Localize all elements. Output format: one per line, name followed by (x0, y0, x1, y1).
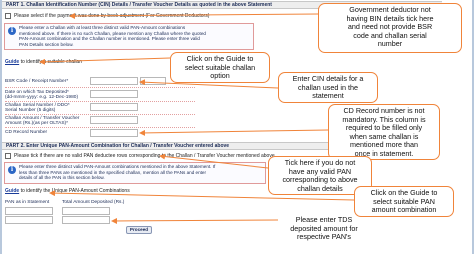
challan-amount-input[interactable] (90, 116, 138, 124)
info-icon: i (8, 27, 16, 35)
info-icon: i (8, 166, 16, 174)
date-deposited-input[interactable] (90, 90, 138, 98)
annotation-cin-details: Enter CIN details for a challan used in … (278, 72, 378, 103)
field-divider (5, 87, 195, 88)
field-divider (5, 101, 195, 102)
pan-input-1[interactable] (5, 207, 53, 215)
date-deposited-hint: (dd-mmm-yyyy: e.g. 12-Dec-1980) (5, 95, 79, 100)
annotation-line: statement (312, 91, 344, 101)
guide-link-pan[interactable]: Guide (5, 188, 19, 194)
challan-amount-hint: Amount (Rs.)(as per OLTAS)* (5, 121, 68, 126)
field-divider (5, 114, 195, 115)
annotation-cd-record: CD Record number is not mandatory. This … (328, 104, 440, 160)
field-divider (5, 127, 195, 128)
pan-column-header: PAN as in Statement (5, 200, 50, 205)
part2-guide-row: Guide to identify the Unique PAN-Amount … (5, 188, 130, 195)
annotation-line: number (377, 39, 403, 49)
cd-record-label: CD Record Number (5, 130, 48, 135)
book-adjustment-checkbox[interactable] (5, 13, 11, 19)
book-adjustment-label: Please select if the payment was done by… (14, 13, 210, 19)
guide-link-challan[interactable]: Guide (5, 59, 19, 65)
no-pan-checkbox[interactable] (5, 153, 11, 159)
bsr-code-label: BSR Code / Receipt Number* (5, 79, 69, 84)
annotation-tds-amount: Please enter TDS deposited amount for re… (274, 215, 374, 242)
annotation-guide-pan: Click on the Guide to select suitable PA… (354, 186, 454, 217)
info-line: PAN Details section below. (19, 41, 74, 47)
amount-input-1[interactable] (62, 207, 110, 215)
guide-text: to identify the Unique PAN-Amount Combin… (20, 188, 130, 194)
annotation-guide-challan: Click on the Guide to select suitable ch… (170, 52, 270, 83)
annotation-line: option (210, 71, 230, 81)
part1-info-box: i Please enter a Challan with at least t… (4, 23, 254, 50)
amount-input-2[interactable] (62, 216, 110, 224)
amount-column-header: Total Amount Deposited (Rs.) (62, 200, 125, 205)
part2-info-box: i Please enter three distinct valid PAN-… (4, 162, 266, 184)
no-pan-label: Please tick if there are no valid PAN de… (14, 153, 275, 159)
bsr-code-input[interactable] (90, 77, 138, 85)
challan-serial-input[interactable] (90, 103, 138, 111)
challan-serial-hint: Serial Number (5 digits) (5, 108, 56, 113)
guide-text: to identify a suitable challan (20, 59, 82, 65)
receipt-number-input[interactable] (140, 77, 166, 85)
pan-input-2[interactable] (5, 216, 53, 224)
annotation-line: amount combination (371, 205, 437, 215)
proceed-button[interactable]: Proceed (126, 226, 152, 234)
info-line: details of all the PAN in this section b… (19, 175, 105, 181)
cd-record-input[interactable] (90, 129, 138, 137)
part1-guide-row: Guide to identify a suitable challan (5, 59, 82, 66)
annotation-line: challan details (297, 183, 343, 193)
annotation-line: respective PAN's (297, 232, 351, 242)
annotation-government-deductor: Government deductor not having BIN detai… (318, 3, 462, 53)
part2-header: PART 2. Enter Unique PAN-Amount Combinat… (2, 142, 332, 150)
